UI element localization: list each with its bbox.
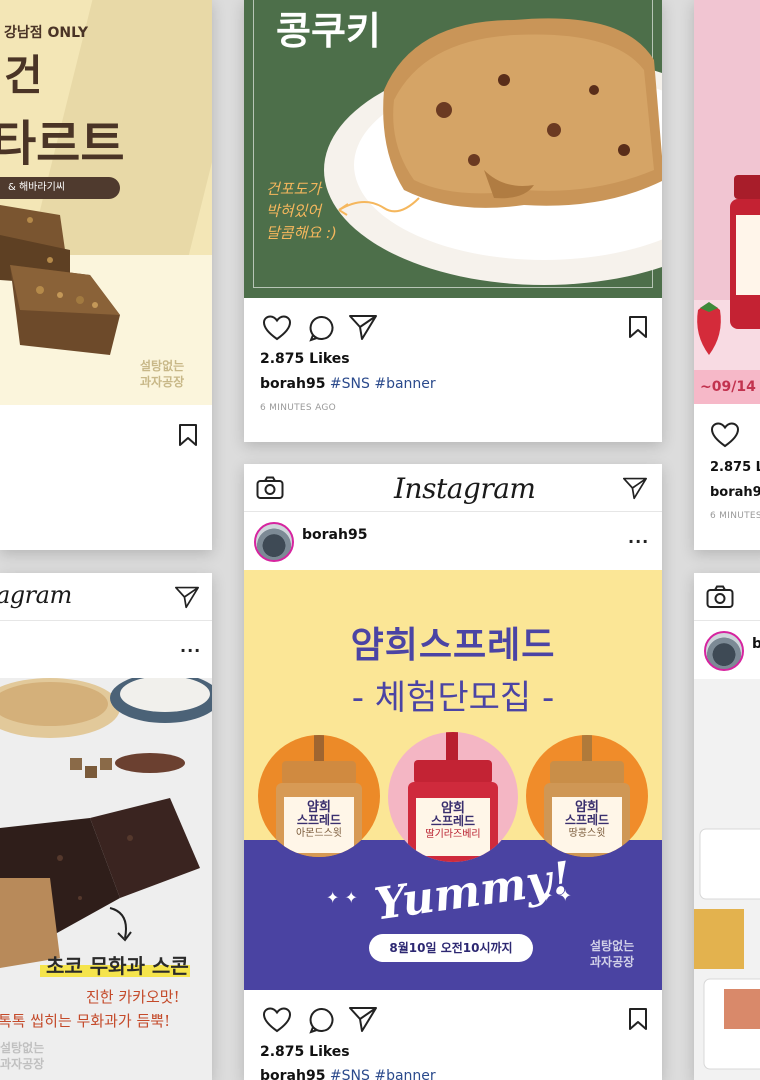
instagram-logo[interactable]: Instagram bbox=[394, 472, 536, 505]
camera-icon[interactable] bbox=[256, 476, 284, 500]
jar-label: 스프레드 bbox=[564, 813, 610, 827]
choco-scone-illustration bbox=[0, 678, 212, 968]
strawberry-banner: ~09/14 bbox=[694, 370, 760, 404]
tart-title-line2: 타르트 bbox=[0, 116, 125, 172]
post-time: 6 MINUTES AGO bbox=[260, 403, 337, 413]
post-user-row: b bbox=[694, 623, 760, 679]
heart-icon[interactable] bbox=[262, 314, 292, 342]
post-image-cookie[interactable]: 콩쿠키 건포도가 박혀있어 달콤해요 :) bbox=[244, 0, 662, 298]
caption-username[interactable]: borah95 bbox=[260, 1068, 325, 1080]
caption-tags[interactable]: #SNS #banner bbox=[330, 1068, 436, 1080]
tart-banner-top: 강남점 ONLY bbox=[4, 25, 89, 41]
post-image-tart[interactable]: 강남점 ONLY 건 타르트 & 해바라기씨 설탕없는 과자공장 bbox=[0, 0, 212, 405]
cookie-arrow-icon bbox=[338, 197, 420, 216]
tart-pieces-illustration bbox=[0, 205, 120, 355]
comment-icon[interactable] bbox=[308, 1006, 336, 1034]
post-image-right-bottom[interactable] bbox=[694, 679, 760, 1080]
post-caption: borah95 #SNS #banner bbox=[260, 1068, 436, 1080]
heart-icon[interactable] bbox=[710, 421, 740, 449]
caption-username[interactable]: borah95 bbox=[260, 376, 325, 392]
sparkle-icon: ✦ ✦ bbox=[326, 888, 358, 907]
jar-flavor: 딸기라즈베리 bbox=[425, 829, 481, 840]
camera-icon[interactable] bbox=[706, 585, 734, 609]
jam-date-text: 8월10일 오전10시까지 bbox=[389, 941, 513, 955]
ig-header: Instagram bbox=[244, 464, 662, 512]
jam-jar-1: 얌희 스프레드 아몬드스윗 bbox=[258, 735, 380, 857]
jam-brand-mark: 설탕없는 과자공장 bbox=[590, 939, 635, 969]
likes-count: 2.875 Likes bbox=[260, 351, 350, 367]
choco-caption-line1: 초코 무화과 스콘 bbox=[46, 954, 189, 978]
likes-count: 2.875 Likes bbox=[260, 1044, 350, 1060]
cookie-note: 건포도가 박혀있어 달콤해요 :) bbox=[266, 180, 337, 242]
jar-label: 스프레드 bbox=[430, 814, 476, 828]
jam-date-pill: 8월10일 오전10시까지 bbox=[369, 934, 533, 962]
choco-caption-line2: 진한 카카오맛! bbox=[86, 988, 180, 1006]
more-options-icon[interactable]: ··· bbox=[628, 532, 649, 551]
post-time: 6 MINUTES bbox=[710, 511, 760, 521]
caption-tags[interactable]: #SNS #banner bbox=[330, 376, 436, 392]
post-card-tart: 강남점 ONLY 건 타르트 & 해바라기씨 설탕없는 과자공장 bbox=[0, 0, 212, 550]
tart-brand-mark: 설탕없는 과자공장 bbox=[140, 359, 185, 389]
post-image-choco[interactable]: 초코 무화과 스콘 진한 카카오맛! 톡톡 씹히는 무화과가 듬뿍! 설탕없는 … bbox=[0, 678, 212, 1080]
packaged-cookies-illustration bbox=[694, 828, 760, 1070]
more-options-icon[interactable]: ··· bbox=[180, 641, 201, 660]
jar-flavor: 아몬드스윗 bbox=[296, 828, 342, 839]
jam-jar-illustration bbox=[730, 175, 760, 329]
tart-title-line1: 건 bbox=[4, 51, 43, 100]
sparkle-icon: ✦ ✦ bbox=[540, 886, 572, 905]
ig-header: agram bbox=[0, 573, 212, 621]
post-card-strawberry: ~09/14 2.875 Like borah9 6 MINUTES bbox=[694, 0, 760, 550]
post-username[interactable]: borah95 bbox=[302, 527, 367, 543]
instagram-logo[interactable]: agram bbox=[0, 581, 72, 609]
likes-count: 2.875 Like bbox=[710, 460, 760, 475]
bookmark-icon[interactable] bbox=[628, 1008, 648, 1030]
heart-icon[interactable] bbox=[262, 1006, 292, 1034]
share-icon[interactable] bbox=[348, 1005, 378, 1033]
post-user-row: borah95 ··· bbox=[244, 514, 662, 570]
bookmark-icon[interactable] bbox=[178, 424, 198, 446]
jam-jar-3: 얌희 스프레드 땅콩스윗 bbox=[526, 735, 648, 857]
direct-message-icon[interactable] bbox=[622, 476, 648, 500]
jam-jar-2: 얌희 스프레드 딸기라즈베리 bbox=[388, 732, 518, 862]
strawberry-banner-text: ~09/14 bbox=[700, 379, 756, 395]
bookmark-icon[interactable] bbox=[628, 316, 648, 338]
caption-username[interactable]: borah9 bbox=[710, 485, 760, 500]
post-card-cookie: 콩쿠키 건포도가 박혀있어 달콤해요 :) 2.875 Likes borah9… bbox=[244, 0, 662, 442]
post-card-choco: agram ··· 초코 무화과 스콘 진한 카카오맛! 톡톡 씹히는 무화과가… bbox=[0, 573, 212, 1080]
post-username[interactable]: b bbox=[752, 636, 760, 652]
strawberry-illustration bbox=[697, 302, 721, 355]
post-image-strawberry[interactable]: ~09/14 bbox=[694, 0, 760, 404]
comment-icon[interactable] bbox=[308, 314, 336, 342]
cookie-plate-illustration bbox=[324, 18, 662, 285]
post-caption: borah95 #SNS #banner bbox=[260, 376, 436, 392]
avatar[interactable] bbox=[254, 522, 294, 562]
choco-caption-line3: 톡톡 씹히는 무화과가 듬뿍! bbox=[0, 1012, 171, 1030]
post-card-jam: Instagram borah95 ··· 얌희스프레드 - 체험단모집 - 얌… bbox=[244, 464, 662, 1080]
post-image-jam[interactable]: 얌희스프레드 - 체험단모집 - 얌희 스프레드 아몬드스윗 얌희 스프레드 딸… bbox=[244, 570, 662, 990]
share-icon[interactable] bbox=[348, 313, 378, 341]
tart-pill-text: & 해바라기씨 bbox=[8, 182, 65, 193]
choco-brand-mark: 설탕없는 과자공장 bbox=[0, 1041, 45, 1071]
direct-message-icon[interactable] bbox=[174, 585, 200, 609]
jar-label: 스프레드 bbox=[296, 813, 342, 827]
jar-flavor: 땅콩스윗 bbox=[568, 828, 606, 839]
jam-subtitle: - 체험단모집 - bbox=[351, 678, 555, 718]
post-card-right-bottom: b bbox=[694, 573, 760, 1080]
avatar[interactable] bbox=[704, 631, 744, 671]
ig-header bbox=[694, 573, 760, 621]
jam-title: 얌희스프레드 bbox=[350, 625, 556, 666]
